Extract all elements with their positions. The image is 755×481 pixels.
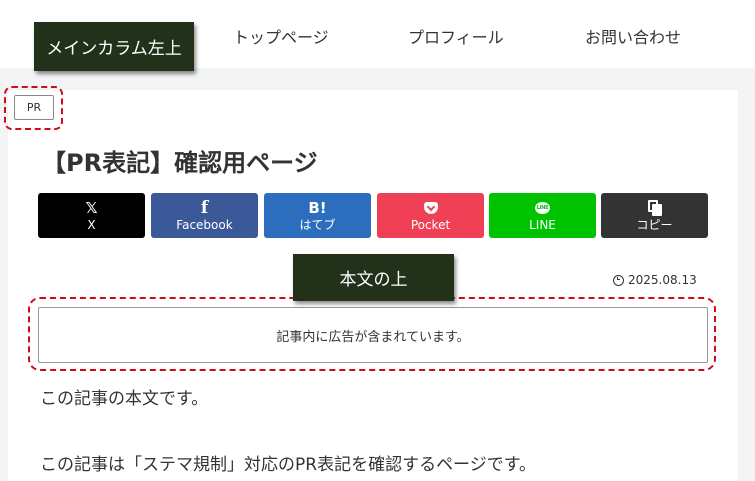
share-x-label: X: [87, 217, 96, 232]
clock-icon: [613, 274, 624, 286]
share-buttons: 𝕏 X f Facebook B! はてブ Pocket LINE LINE コ…: [38, 193, 708, 238]
share-hatena-button[interactable]: B! はてブ: [264, 193, 371, 238]
share-pocket-label: Pocket: [410, 217, 451, 232]
share-facebook-button[interactable]: f Facebook: [151, 193, 258, 238]
nav-item-contact[interactable]: お問い合わせ: [585, 24, 681, 48]
nav-item-top-page[interactable]: トップページ: [233, 24, 329, 48]
facebook-icon: f: [200, 197, 209, 218]
copy-link-button[interactable]: コピー: [601, 193, 708, 238]
pocket-icon: [423, 199, 438, 217]
post-date: 2025.08.13: [613, 273, 697, 287]
copy-link-label: コピー: [636, 217, 673, 232]
ad-notice-highlight: 記事内に広告が含まれています。: [28, 297, 716, 371]
nav-item-profile[interactable]: プロフィール: [408, 24, 504, 48]
hatena-bookmark-icon: B!: [308, 198, 327, 217]
share-hatena-label: はてブ: [299, 217, 336, 232]
line-icon: LINE: [535, 199, 550, 217]
main-column-top-left-label: メインカラム左上: [34, 22, 194, 71]
copy-icon: [647, 199, 662, 217]
share-facebook-label: Facebook: [176, 217, 233, 232]
pr-badge-highlight: PR: [4, 86, 63, 130]
share-line-label: LINE: [529, 217, 556, 232]
share-line-button[interactable]: LINE LINE: [489, 193, 596, 238]
article-paragraph: この記事の本文です。: [40, 389, 209, 409]
article-paragraph: この記事は「ステマ規制」対応のPR表記を確認するページです。: [40, 455, 537, 475]
x-logo-icon: 𝕏: [85, 198, 98, 217]
post-date-value: 2025.08.13: [628, 273, 697, 287]
article-title: 【PR表記】確認用ページ: [42, 149, 318, 177]
pr-badge: PR: [14, 95, 54, 120]
ad-disclosure-notice: 記事内に広告が含まれています。: [38, 307, 708, 363]
share-x-button[interactable]: 𝕏 X: [38, 193, 145, 238]
share-pocket-button[interactable]: Pocket: [377, 193, 484, 238]
body-top-label: 本文の上: [293, 254, 454, 301]
